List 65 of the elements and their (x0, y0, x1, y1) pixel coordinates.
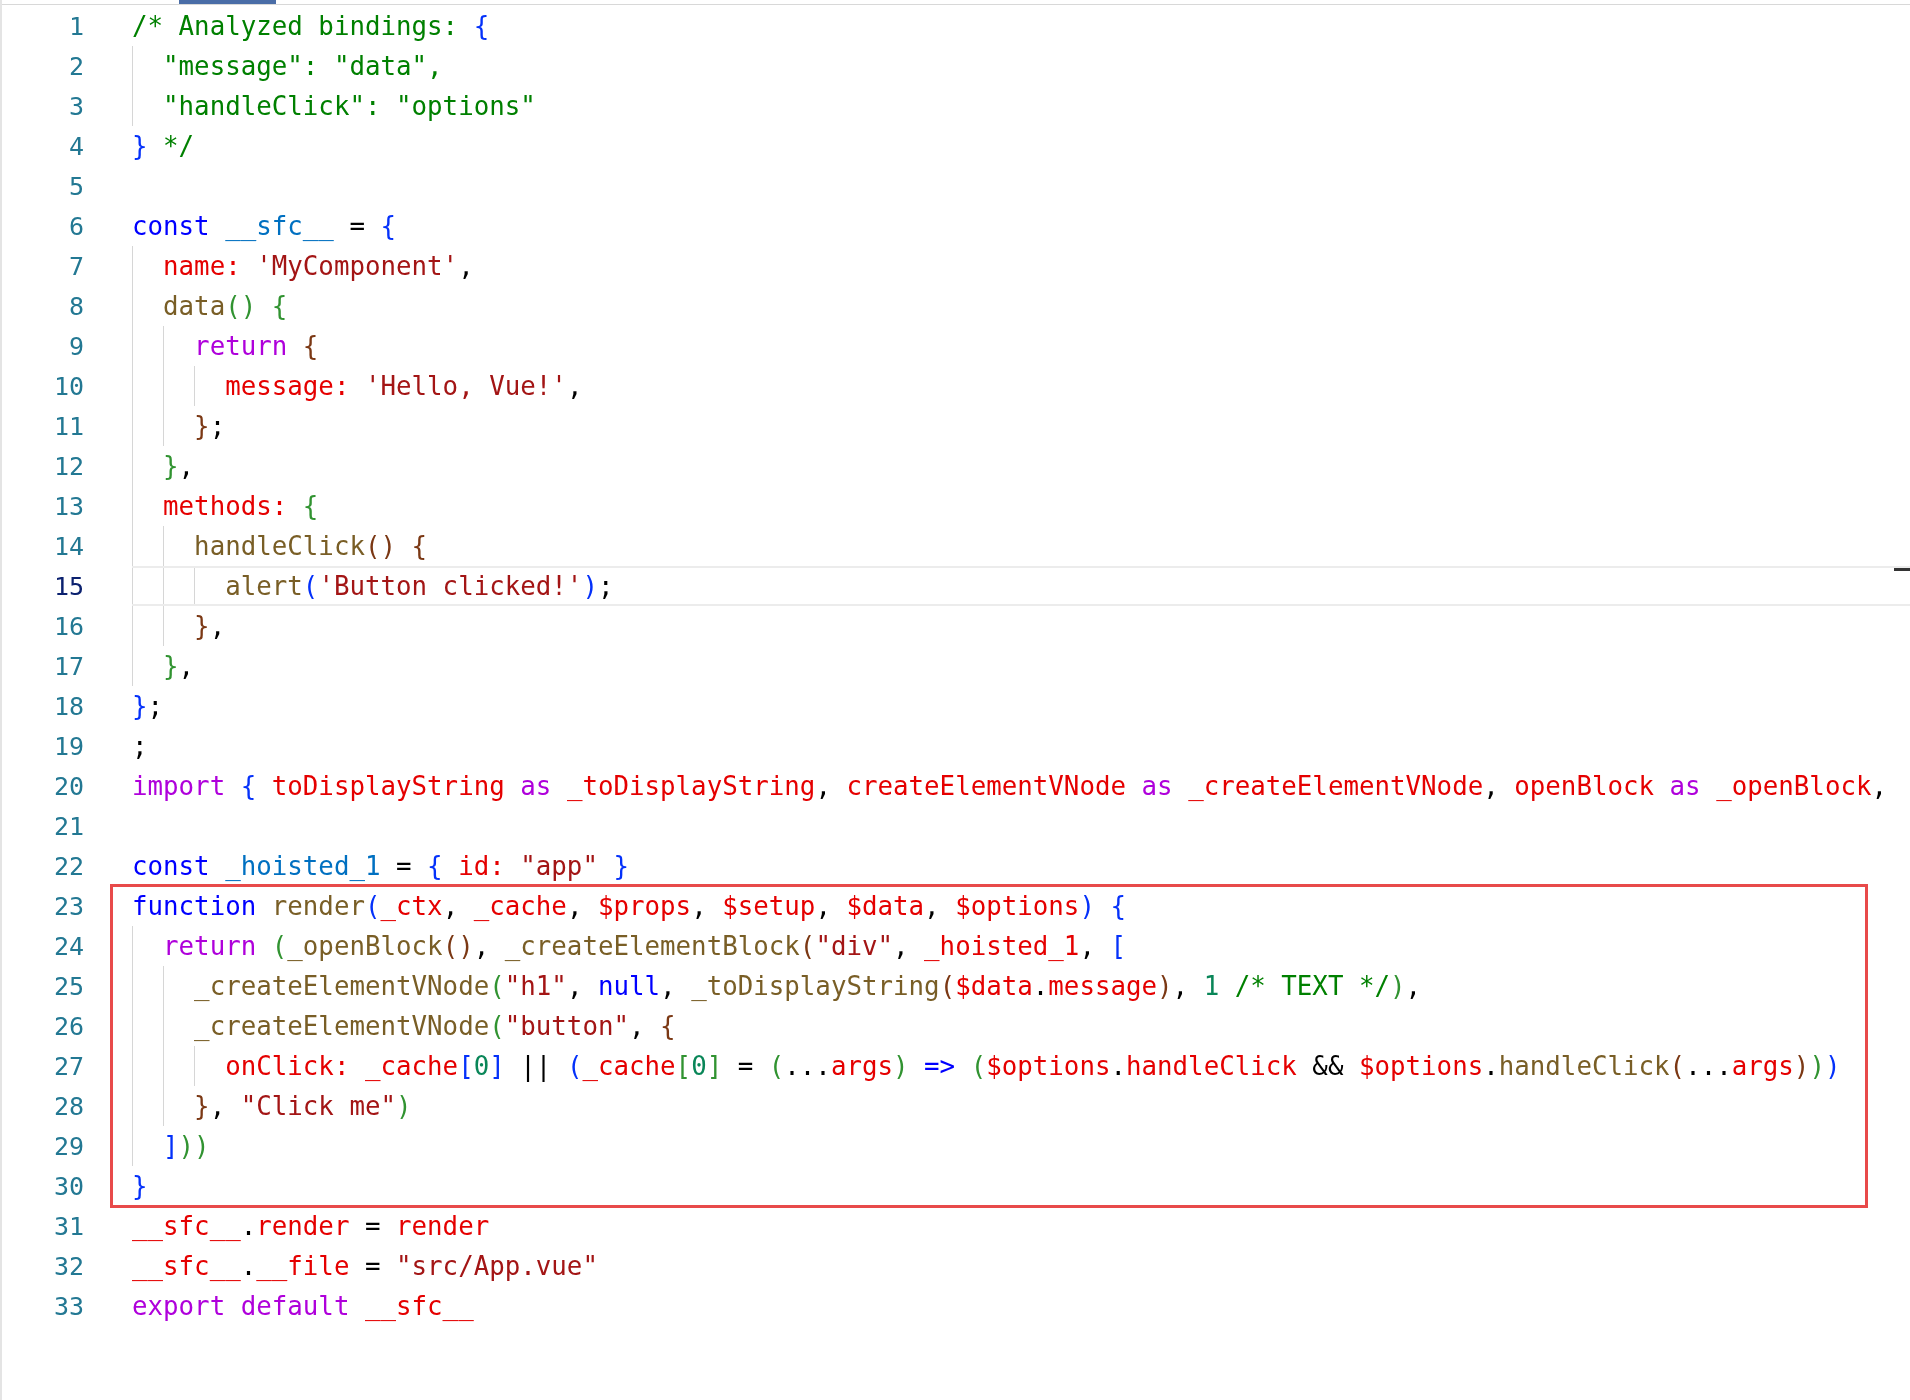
code-line: ; (132, 730, 149, 763)
code-line: }, (132, 446, 1910, 486)
line-number: 11 (52, 411, 84, 441)
code-line: } (132, 1170, 149, 1203)
line-number: 7 (67, 251, 84, 281)
line-number: 23 (52, 891, 84, 921)
code-line: __sfc__.render = render (132, 1210, 491, 1243)
code-line: }; (132, 406, 1910, 446)
code-line: data() { (132, 286, 1910, 326)
overview-ruler-mark (1894, 568, 1910, 571)
line-number: 26 (52, 1011, 84, 1041)
line-number: 8 (67, 291, 84, 321)
code-line: }, "Click me") (132, 1086, 1910, 1126)
code-line: __sfc__.__file = "src/App.vue" (132, 1250, 599, 1283)
code-line: export default __sfc__ (132, 1290, 475, 1323)
line-number: 20 (52, 771, 84, 801)
code-line: /* Analyzed bindings: { (132, 10, 491, 43)
line-number: 10 (52, 371, 84, 401)
line-number: 13 (52, 491, 84, 521)
code-line: }, (132, 606, 1910, 646)
code-line: ])) (132, 1126, 1910, 1166)
code-line: handleClick() { (132, 526, 1910, 566)
line-number: 14 (52, 531, 84, 561)
line-number: 17 (52, 651, 84, 681)
code-line: import { toDisplayString as _toDisplayString, createElementVNode as _createElementVNode, openBlock as _openBlock, (132, 770, 1889, 803)
line-number: 32 (52, 1251, 84, 1281)
code-line: const _hoisted_1 = { id: "app" } (132, 850, 630, 883)
line-number: 21 (52, 811, 84, 841)
code-line: name: 'MyComponent', (132, 246, 1910, 286)
line-number: 27 (52, 1051, 84, 1081)
code-line: return { (132, 326, 1910, 366)
code-line: message: 'Hello, Vue!', (132, 366, 1910, 406)
current-code-line: alert('Button clicked!'); (132, 566, 1910, 606)
code-line: methods: { (132, 486, 1910, 526)
code-line: function render(_ctx, _cache, $props, $setup, $data, $options) { (132, 890, 1127, 923)
code-line: }, (132, 646, 1910, 686)
line-number: 5 (67, 171, 84, 201)
line-number: 18 (52, 691, 84, 721)
line-number: 1 (67, 11, 84, 41)
code-line: return (_openBlock(), _createElementBlock("div", _hoisted_1, [ (132, 926, 1910, 966)
line-number: 19 (52, 731, 84, 761)
line-number: 24 (52, 931, 84, 961)
code-line: _createElementVNode("h1", null, _toDisplayString($data.message), 1 /* TEXT */), (132, 966, 1910, 1006)
code-line: _createElementVNode("button", { (132, 1006, 1910, 1046)
line-number: 3 (67, 91, 84, 121)
line-number: 25 (52, 971, 84, 1001)
line-number: 29 (52, 1131, 84, 1161)
line-number: 9 (67, 331, 84, 361)
line-number: 28 (52, 1091, 84, 1121)
line-number: 6 (67, 211, 84, 241)
code-line: onClick: _cache[0] || (_cache[0] = (...args) => ($options.handleClick && $options.handleClick(...args))) (132, 1046, 1910, 1086)
code-line: "message": "data", (132, 46, 1910, 86)
line-number: 30 (52, 1171, 84, 1201)
line-number: 4 (67, 131, 84, 161)
code-line: const __sfc__ = { (132, 210, 398, 243)
line-number: 16 (52, 611, 84, 641)
line-number: 33 (52, 1291, 84, 1321)
code-line: } */ (132, 130, 196, 163)
line-number: 2 (67, 51, 84, 81)
code-line: "handleClick": "options" (132, 86, 1910, 126)
line-number: 15 (52, 571, 84, 601)
line-number: 12 (52, 451, 84, 481)
code-line: }; (132, 690, 165, 723)
line-number: 22 (52, 851, 84, 881)
line-number: 31 (52, 1211, 84, 1241)
